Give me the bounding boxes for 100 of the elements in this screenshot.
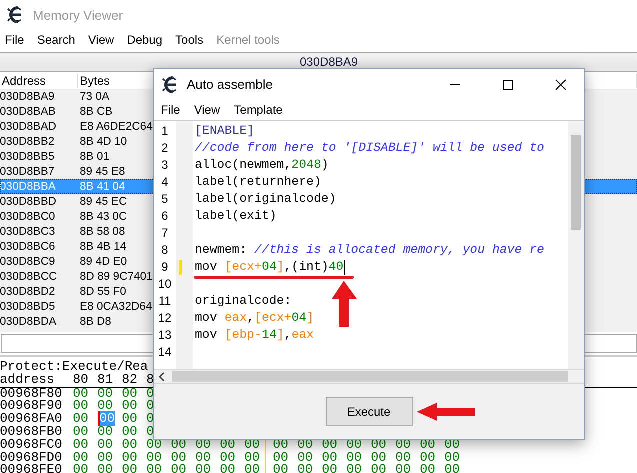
line-number: 8 — [160, 242, 170, 259]
byte-cell[interactable]: 00 — [122, 411, 138, 426]
table-cell: 030D8BB5 — [0, 150, 55, 162]
byte-cell[interactable]: 00 — [146, 436, 162, 452]
line-number: 14 — [157, 344, 173, 361]
table-cell: 030D8BD5 — [0, 300, 56, 312]
line-number: 5 — [160, 191, 170, 208]
close-icon — [555, 78, 567, 90]
line-number: 7 — [160, 225, 170, 242]
execute-button[interactable]: Execute — [326, 397, 412, 426]
byte-cell[interactable]: 00 — [122, 436, 138, 452]
code-line: originalcode: — [195, 293, 292, 310]
table-cell: 8D 89 9C7401 — [80, 270, 153, 282]
address-cell-text: 00968FC0 — [0, 438, 64, 452]
column-header: 81 — [98, 372, 114, 387]
byte-cell[interactable]: 00 — [244, 450, 260, 465]
byte-cell[interactable]: 00 — [171, 450, 187, 465]
table-cell: 030D8BC3 — [0, 226, 56, 238]
byte-cell[interactable]: 00 — [146, 450, 162, 465]
table-cell: 030D8BB2 — [0, 136, 55, 148]
byte-cell[interactable]: 00 — [73, 450, 89, 465]
byte-cell[interactable]: 00 — [73, 411, 89, 426]
address-cell-text: 00968FA0 — [0, 413, 64, 426]
byte-cell[interactable]: 00 — [346, 450, 362, 465]
menu-item[interactable]: Debug — [127, 33, 163, 47]
menu-item[interactable]: File — [5, 33, 24, 47]
code-line: mov [ebp-14],eax — [195, 327, 314, 344]
byte-cell[interactable]: 00 — [196, 450, 212, 465]
table-cell: 89 45 EC — [80, 196, 128, 208]
code-line: label(exit) — [195, 208, 277, 225]
line-number: 11 — [158, 293, 172, 310]
byte-cell[interactable]: 00 — [98, 436, 114, 452]
table-cell: 030D8BDA — [0, 316, 57, 328]
byte-cell[interactable]: 00 — [444, 450, 460, 465]
scroll-left-icon[interactable] — [158, 372, 166, 382]
table-cell: E8 A6DE2C64 — [80, 120, 153, 132]
table-cell: 030D8BB7 — [0, 166, 55, 178]
line-number: 3 — [160, 157, 170, 174]
table-cell: E8 0CA32D64 — [80, 300, 152, 312]
code-line: [ENABLE] — [195, 123, 254, 140]
table-cell: 8B CB — [80, 106, 113, 118]
byte-cell[interactable]: 00 — [73, 436, 89, 452]
table-cell: 8D 55 F0 — [80, 286, 126, 298]
table-cell: 030D8BAD — [0, 120, 57, 132]
line-number: 2 — [160, 140, 170, 157]
code-line: label(originalcode) — [195, 191, 336, 208]
table-cell: 030D8BAB — [0, 106, 56, 118]
up-arrow-annotation — [332, 281, 357, 327]
code-line: mov eax,[ecx+04] — [195, 310, 314, 327]
table-cell: 030D8BCC — [0, 270, 58, 282]
column-header: 82 — [122, 372, 138, 387]
scrollbar[interactable] — [568, 121, 584, 369]
menu-item[interactable]: View — [88, 33, 114, 47]
line-number: 12 — [157, 310, 173, 327]
table-cell: 030D8BA9 — [0, 90, 55, 102]
window-title: Auto assemble — [187, 77, 274, 92]
table-cell: 8B 41 04 — [80, 180, 126, 192]
menu-item[interactable]: File — [161, 103, 180, 117]
column-header[interactable]: Address — [0, 74, 78, 88]
horizontal-scrollbar[interactable] — [154, 369, 584, 383]
address-label: 030D8BA9 — [300, 55, 358, 69]
byte-cell[interactable]: 00 — [371, 450, 387, 465]
menu-item[interactable]: Search — [37, 33, 76, 47]
byte-cell[interactable]: 00 — [420, 450, 436, 465]
byte-cell[interactable]: 00 — [122, 386, 138, 401]
table-cell: 89 45 E8 — [80, 166, 126, 178]
byte-cell[interactable]: 00 — [73, 386, 89, 401]
byte-cell[interactable]: 00 — [98, 424, 114, 439]
table-cell: 030D8BC6 — [0, 240, 56, 252]
byte-cell[interactable]: 00 — [273, 450, 289, 465]
menu-item[interactable]: Template — [234, 103, 283, 117]
code-line: mov [ecx+04],(int)40 — [195, 259, 344, 276]
column-header: address — [0, 372, 55, 387]
table-cell: 8B 58 08 — [80, 226, 126, 238]
table-cell: 8B 4D 10 — [80, 136, 128, 148]
table-cell: 8B D8 — [80, 316, 112, 328]
line-number: 13 — [157, 327, 173, 344]
minimize-icon — [450, 84, 460, 85]
address-cell-text: 00968F90 — [0, 400, 64, 414]
byte-cell[interactable]: 00 — [98, 398, 114, 414]
byte-cell[interactable]: 00 — [298, 450, 314, 465]
byte-cell[interactable]: 00 — [98, 386, 114, 401]
byte-cell[interactable]: 00 — [220, 450, 236, 465]
byte-cell[interactable]: 00 — [98, 411, 116, 426]
line-number: 9 — [160, 259, 170, 276]
byte-cell[interactable]: 00 — [122, 424, 138, 439]
menu-item[interactable]: Tools — [176, 33, 204, 47]
byte-cell[interactable]: 00 — [396, 450, 412, 465]
byte-cell[interactable]: 00 — [122, 398, 138, 414]
code-line: newmem: //this is allocated memory, you have re — [195, 242, 544, 259]
table-cell: 8B 43 0C — [80, 210, 128, 222]
byte-cell[interactable]: 00 — [122, 450, 138, 465]
maximize-icon — [502, 78, 514, 90]
byte-cell[interactable]: 00 — [73, 424, 89, 439]
table-cell: 030D8BC0 — [0, 210, 56, 222]
address-cell-text: 00968FD0 — [0, 452, 64, 464]
byte-cell[interactable]: 00 — [98, 450, 114, 465]
byte-cell[interactable]: 00 — [322, 450, 338, 465]
menu-item[interactable]: View — [194, 103, 220, 117]
byte-cell[interactable]: 00 — [73, 398, 89, 414]
